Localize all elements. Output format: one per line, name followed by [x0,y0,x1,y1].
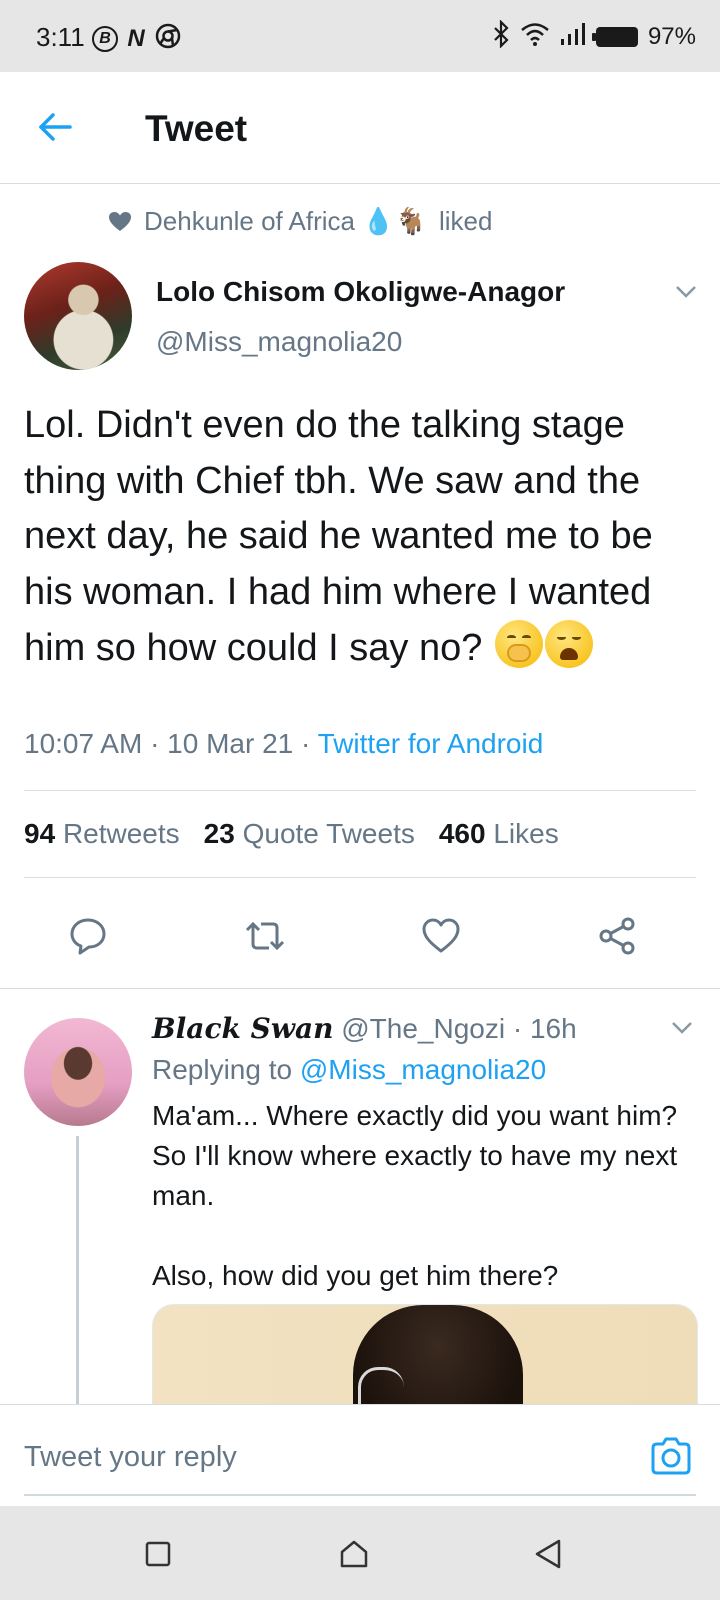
status-time: 3:11 [36,22,85,52]
page-title: Tweet [145,108,248,149]
likes-stat[interactable]: 460 Likes [439,818,559,850]
tweet-stats: 94 Retweets 23 Quote Tweets 460 Likes [24,818,559,850]
reply-menu-button[interactable] [664,1010,700,1046]
back-button[interactable] [30,102,80,152]
heart-filled-icon [109,211,131,231]
reply-author-name[interactable]: Black Swan [152,1012,333,1045]
author-avatar[interactable] [24,262,132,370]
tweet-actions [0,900,720,980]
divider [24,790,696,791]
retweets-stat[interactable]: 94 Retweets [24,818,180,850]
thread-line [76,1136,79,1404]
reply-icon [70,918,106,955]
reply-media-image[interactable] [152,1304,698,1414]
wifi-icon [520,21,550,52]
system-nav-bar [0,1506,720,1600]
triangle-back-icon [535,1539,561,1569]
share-button[interactable] [587,906,647,966]
reply-button[interactable] [58,906,118,966]
tweet-text: Lol. Didn't even do the talking stage th… [24,398,704,677]
status-right: 97% [492,19,696,53]
hand-over-mouth-emoji [494,620,543,669]
weary-face-emoji [544,620,593,669]
liked-label: liked [438,206,493,236]
notification-icons: B N [92,22,182,55]
battery-icon [591,26,638,47]
likes-label: Likes [493,818,559,849]
composer-underline [24,1494,696,1496]
quote-tweets-stat[interactable]: 23 Quote Tweets [204,818,415,850]
signal-icon [560,22,586,51]
tweet-source[interactable]: Twitter for Android [318,728,544,759]
replying-to: Replying to @Miss_magnolia20 [152,1054,546,1086]
tweet-time: 10:07 AM · 10 Mar 21 · [24,728,318,759]
likes-count: 460 [438,818,486,849]
author-handle[interactable]: @Miss_magnolia20 [156,326,402,358]
camera-icon [651,1437,691,1475]
reply-composer: Tweet your reply [0,1404,720,1504]
b-circle-icon: B [92,25,118,52]
divider [24,877,696,878]
reply-author-handle[interactable]: @The_Ngozi [341,1013,505,1044]
retweet-button[interactable] [235,906,295,966]
section-separator [0,988,720,989]
replying-to-mention[interactable]: @Miss_magnolia20 [300,1054,546,1085]
heart-icon [422,918,460,953]
status-bar: 3:11 B N 97% [0,0,720,72]
retweet-icon [245,921,285,951]
replying-prefix: Replying to [152,1054,300,1085]
camera-button[interactable] [648,1433,694,1479]
reply-header: Black Swan @The_Ngozi · 16h [152,1012,577,1045]
n-icon: N [127,24,145,52]
like-button[interactable] [411,906,471,966]
tweet-menu-button[interactable] [668,274,704,310]
battery-percent: 97% [647,22,696,50]
square-icon [145,1541,171,1567]
reply-age: · 16h [512,1013,577,1044]
quotes-count: 23 [203,818,235,849]
bluetooth-icon [492,19,510,53]
social-context[interactable]: Dehkunle of Africa 💧🐐 liked [108,206,492,237]
chevron-down-icon [672,1022,692,1034]
arrow-left-icon [39,113,72,141]
quotes-label: Quote Tweets [242,818,415,849]
share-icon [599,917,635,955]
top-app-bar: Tweet [0,72,720,184]
back-nav-button[interactable] [526,1532,570,1576]
tweet-timestamp: 10:07 AM · 10 Mar 21 · Twitter for Andro… [24,728,543,760]
chevron-down-icon [676,286,696,298]
chrome-icon [154,22,182,55]
reply-input[interactable]: Tweet your reply [24,1441,237,1474]
reply-avatar[interactable] [24,1018,132,1126]
retweets-count: 94 [24,818,56,849]
liker-name[interactable]: Dehkunle of Africa 💧🐐 [144,206,427,237]
home-button[interactable] [332,1532,376,1576]
retweets-label: Retweets [62,818,180,849]
author-name[interactable]: Lolo Chisom Okoligwe-Anagor [156,276,565,308]
recents-button[interactable] [136,1532,180,1576]
reply-text: Ma'am... Where exactly did you want him?… [152,1100,678,1291]
home-icon [340,1540,368,1568]
